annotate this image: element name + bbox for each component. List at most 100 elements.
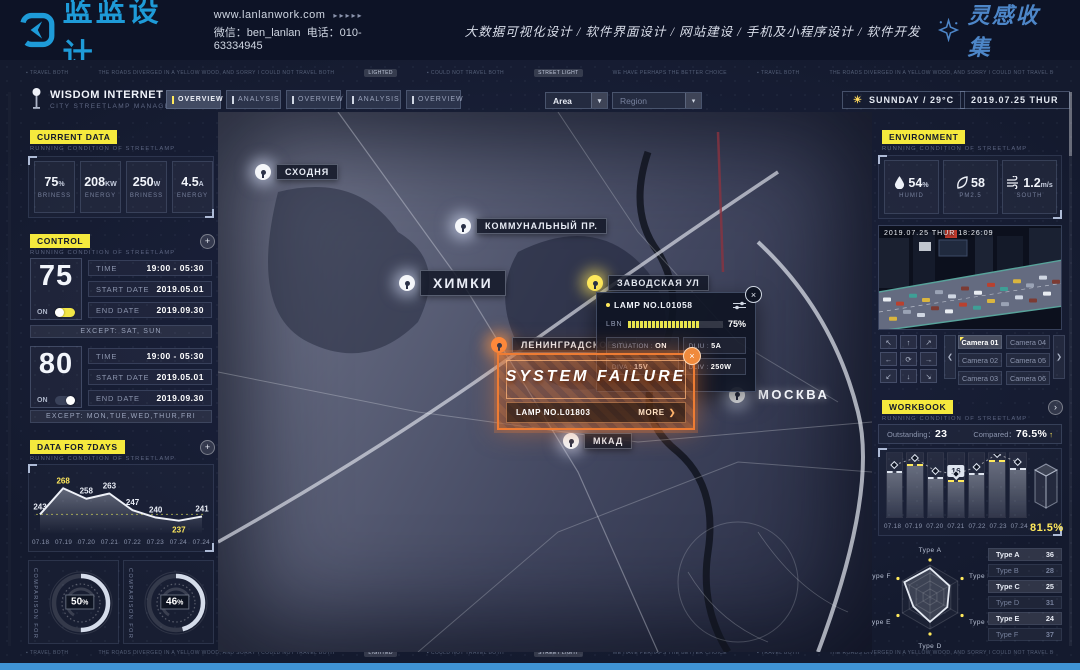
camera-pan-pad: ↖↑↗ ←⟳→ ↙↓↘ <box>880 335 937 383</box>
control-badge: CONTROL <box>30 234 90 248</box>
camera-item[interactable]: Camera 02 <box>958 353 1002 367</box>
tab-overview-3[interactable]: OVERVIEW <box>406 90 461 109</box>
data-7days-add-button[interactable]: + <box>200 440 215 455</box>
map-pin[interactable]: ЗАВОДСКАЯ УЛ <box>587 275 709 291</box>
lanlan-logo-icon <box>20 12 55 48</box>
control-add-button[interactable]: + <box>200 234 215 249</box>
svg-text:Type E: Type E <box>872 619 891 626</box>
camera-item[interactable]: Camera 03 <box>958 371 1002 385</box>
on-label: ON <box>37 397 48 404</box>
camera-item[interactable]: Camera 04 <box>1006 335 1050 349</box>
decor-strip-top: ▪ TRAVEL BOTHTHE ROADS DIVERGED IN A YEL… <box>26 66 1054 80</box>
svg-text:258: 258 <box>80 487 94 496</box>
cube-icon <box>1031 458 1061 516</box>
chevron-down-icon[interactable]: ▾ <box>685 93 701 108</box>
map-pin-label: МКАД <box>584 433 632 449</box>
lamp-toggle[interactable] <box>55 308 75 317</box>
svg-text:241: 241 <box>195 505 209 514</box>
current-data-badge: CURRENT DATA <box>30 130 117 144</box>
workbook-bar[interactable] <box>886 452 904 518</box>
alert-more-button[interactable]: MORE❯ <box>638 408 676 417</box>
camera-timestamp: 2019.07.25 THUR 18:26:09 <box>884 230 994 237</box>
workbook-bar[interactable] <box>988 452 1006 518</box>
popup-close-icon[interactable]: × <box>745 286 762 303</box>
chevron-down-icon[interactable]: ▾ <box>591 93 607 108</box>
workbook-bar[interactable] <box>968 452 986 518</box>
alert-lamp-id: LAMP NO.L01803 <box>516 408 591 417</box>
sliders-icon[interactable] <box>733 301 746 310</box>
camera-item[interactable]: Camera 01 <box>958 335 1002 349</box>
workbook-bar[interactable] <box>906 452 924 518</box>
pan-downright-button[interactable]: ↘ <box>920 369 937 383</box>
site-url[interactable]: www.lanlanwork.com <box>214 9 326 21</box>
pan-down-button[interactable]: ↓ <box>900 369 917 383</box>
tab-overview-2[interactable]: OVERVIEW <box>286 90 341 109</box>
pan-upright-button[interactable]: ↗ <box>920 335 937 349</box>
map-pin[interactable]: СХОДНЯ <box>255 164 338 180</box>
environment-badge: ENVIRONMENT <box>882 130 965 144</box>
camera-next-button[interactable]: ❯ <box>1053 335 1065 379</box>
start-date-row: START DATE2019.05.01 <box>88 281 212 297</box>
start-date-row: START DATE2019.05.01 <box>88 369 212 385</box>
pan-up-button[interactable]: ↑ <box>900 335 917 349</box>
humidity-drop-icon <box>894 176 905 189</box>
comparison-gauge-panel-1: COMPARISON FOR 50% <box>28 560 119 644</box>
leaf-icon <box>956 176 968 189</box>
except-bar: EXCEPT: MON,TUE,WED,THUR,FRI <box>30 410 212 423</box>
workbook-bar[interactable] <box>927 452 945 518</box>
workbook-subtitle: RUNNING CONDITION OF STREETLAMP <box>882 416 1027 422</box>
area-select[interactable]: Area▾ <box>545 92 608 109</box>
region-select[interactable]: Region▾ <box>612 92 702 109</box>
camera-feed[interactable] <box>878 225 1062 330</box>
gauge-value: 50% <box>65 595 94 610</box>
workbook-more-button[interactable]: › <box>1048 400 1063 415</box>
map-pin[interactable]: МКАД <box>563 433 632 449</box>
workbook-bar[interactable] <box>1009 452 1027 518</box>
lbn-value: 75% <box>728 319 746 329</box>
tab-analysis-1[interactable]: ANALYSIS <box>226 90 281 109</box>
current-data-subtitle: RUNNING CONDITION OF STREETLAMP <box>30 146 175 152</box>
map-pin[interactable]: ХИМКИ <box>399 270 506 296</box>
tab-overview-1[interactable]: OVERVIEW <box>166 90 221 109</box>
gauge-label: COMPARISON FOR <box>32 568 38 639</box>
camera-item[interactable]: Camera 05 <box>1006 353 1050 367</box>
pan-left-button[interactable]: ← <box>880 352 897 366</box>
alert-title: SYSTEM FAILURE <box>499 368 693 386</box>
type-row[interactable]: Type C25 <box>988 580 1062 593</box>
workbook-side-value: 81.5% <box>1030 522 1064 534</box>
refresh-button[interactable]: ⟳ <box>900 352 917 366</box>
brightness-box-1: 75 ON <box>30 258 82 320</box>
data-7days-subtitle: RUNNING CONDITION OF STREETLAMP <box>30 456 175 462</box>
camera-prev-button[interactable]: ❮ <box>944 335 956 379</box>
type-row[interactable]: Type E24 <box>988 612 1062 625</box>
svg-text:Type F: Type F <box>872 573 891 580</box>
map-pin[interactable]: КОММУНАЛЬНЫЙ ПР. <box>455 218 607 234</box>
end-date-row: END DATE2019.09.30 <box>88 302 212 318</box>
stat-tile-watt: 250W BRINESS <box>126 161 167 213</box>
scrollbar[interactable] <box>1069 92 1072 646</box>
time-row: TIME19:00 - 05:30 <box>88 348 212 364</box>
lamp-toggle[interactable] <box>55 396 75 405</box>
type-row[interactable]: Type F37 <box>988 628 1062 641</box>
workbook-bar[interactable]: 16 <box>947 452 965 518</box>
workbook-bar-chart: 16 <box>884 454 1028 518</box>
camera-item[interactable]: Camera 06 <box>1006 371 1050 385</box>
type-row[interactable]: Type D31 <box>988 596 1062 609</box>
svg-text:Type D: Type D <box>918 643 942 650</box>
alert-close-icon[interactable]: × <box>683 347 701 365</box>
inspiration-collection[interactable]: 灵感收集 <box>937 0 1060 62</box>
pan-right-button[interactable]: → <box>920 352 937 366</box>
svg-text:240: 240 <box>149 506 163 515</box>
lamp-pin-icon <box>399 275 415 291</box>
svg-text:Type A: Type A <box>919 547 942 554</box>
environment-subtitle: RUNNING CONDITION OF STREETLAMP <box>882 146 1027 152</box>
type-row[interactable]: Type A36 <box>988 548 1062 561</box>
lbn-label: LBN <box>606 321 623 328</box>
map-pin-label: ХИМКИ <box>420 270 506 296</box>
tab-analysis-2[interactable]: ANALYSIS <box>346 90 401 109</box>
pan-upleft-button[interactable]: ↖ <box>880 335 897 349</box>
on-label: ON <box>37 309 48 316</box>
type-row[interactable]: Type B28 <box>988 564 1062 577</box>
pan-downleft-button[interactable]: ↙ <box>880 369 897 383</box>
map-pin-label: КОММУНАЛЬНЫЙ ПР. <box>476 218 607 234</box>
